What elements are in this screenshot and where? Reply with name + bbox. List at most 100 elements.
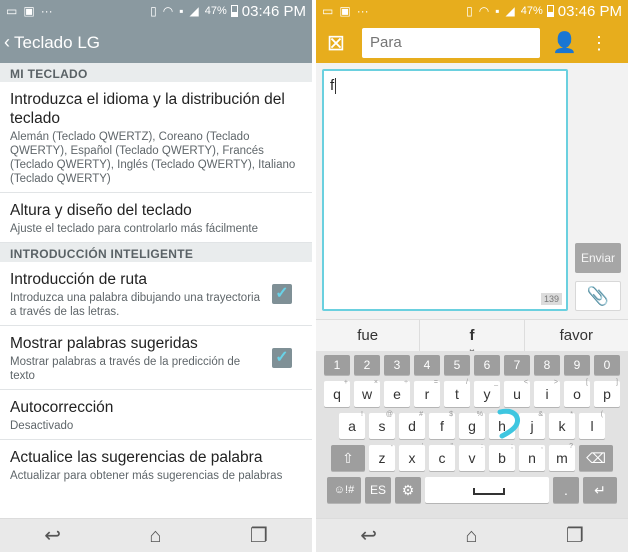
key-8[interactable]: 8 — [534, 355, 560, 375]
suggestion-item[interactable]: fue — [316, 320, 419, 351]
overflow-icon[interactable]: ⋮ — [590, 31, 608, 55]
key-s[interactable]: s @ — [369, 411, 395, 439]
setting-subtitle: Alemán (Teclado QWERTZ), Coreano (Teclad… — [10, 131, 296, 185]
key-alt-char: # — [419, 411, 423, 418]
key-3[interactable]: 3 — [384, 355, 410, 375]
send-button[interactable]: Enviar — [575, 243, 621, 273]
key-d[interactable]: d # — [399, 411, 425, 439]
key-alt-char: % — [476, 411, 483, 418]
key-alt-char: _ — [494, 379, 498, 386]
setting-height-layout[interactable]: Altura y diseño del teclado Ajuste el te… — [0, 193, 312, 243]
settings-screen: ▭ ▣ ··· ▯ ◠ ▪ ◢ 47% 03:46 PM ‹ Teclado L… — [0, 0, 312, 552]
key-0[interactable]: 0 — [594, 355, 620, 375]
suggestion-item[interactable]: f — [419, 320, 525, 351]
space-key[interactable] — [425, 477, 549, 503]
key-row-4: ☺!# ES ⚙ . ↵ — [321, 477, 623, 505]
key-alt-char: , — [541, 443, 543, 450]
key-alt-char: = — [433, 379, 438, 386]
more-icon: ··· — [40, 4, 53, 18]
gear-icon[interactable]: ⚙ — [395, 477, 421, 503]
contacts-icon[interactable]: 👤 — [552, 31, 577, 55]
setting-suggested-words[interactable]: Mostrar palabras sugeridas Mostrar palab… — [0, 326, 312, 390]
compose-mode-icon[interactable]: ⊠ — [322, 29, 350, 57]
vibrate-icon: ▯ — [150, 4, 157, 18]
backspace-icon[interactable]: ⌫ — [579, 445, 613, 471]
key-m[interactable]: m? — [549, 443, 575, 471]
key-alt-char: ÷ — [404, 379, 408, 386]
enter-icon[interactable]: ↵ — [583, 477, 617, 503]
setting-subtitle: Mostrar palabras a través de la predicci… — [10, 356, 241, 382]
checkbox-icon[interactable]: ✓ — [272, 347, 292, 368]
key-alt-char: - — [390, 443, 393, 450]
keyboard: 1234567890 q + w × e ÷ r = t / y _ u < i > o[p] a! s @ d # f $… — [316, 351, 628, 518]
key-g[interactable]: g% — [459, 411, 485, 439]
key-k[interactable]: k * — [549, 411, 575, 439]
key-c[interactable]: c " — [429, 443, 455, 471]
signal-icon: ◢ — [189, 4, 199, 18]
key-b[interactable]: b; — [489, 443, 515, 471]
key-i[interactable]: i > — [534, 379, 560, 407]
language-key[interactable]: ES — [365, 477, 391, 503]
key-l[interactable]: l( — [579, 411, 605, 439]
key-6[interactable]: 6 — [474, 355, 500, 375]
key-h[interactable]: h ^ — [489, 411, 515, 439]
back-icon[interactable]: ‹ — [4, 32, 10, 53]
key-1[interactable]: 1 — [324, 355, 350, 375]
suggestion-item[interactable]: favor — [525, 320, 628, 351]
key-p[interactable]: p] — [594, 379, 620, 407]
recipient-input[interactable] — [362, 27, 540, 58]
nav-back-icon[interactable]: ↩ — [44, 526, 61, 546]
attach-icon[interactable]: 📎 — [575, 281, 621, 311]
key-a[interactable]: a! — [339, 411, 365, 439]
key-alt-char: + — [343, 379, 348, 386]
wifi-icon: ◠ — [162, 4, 174, 18]
key-alt-char: ? — [569, 443, 573, 450]
message-input[interactable]: f 139 — [322, 69, 568, 311]
key-x[interactable]: x ' — [399, 443, 425, 471]
period-key[interactable]: . — [553, 477, 579, 503]
checkbox-icon[interactable]: ✓ — [272, 283, 292, 304]
key-n[interactable]: n, — [519, 443, 545, 471]
key-o[interactable]: o[ — [564, 379, 590, 407]
setting-title: Actualice las sugerencias de palabra — [10, 449, 263, 466]
compose-header: ⊠ 👤 ⋮ — [316, 22, 628, 63]
key-t[interactable]: t / — [444, 379, 470, 407]
key-7[interactable]: 7 — [504, 355, 530, 375]
messaging-screen: ▭ ▣ ··· ▯ ◠ ▪ ◢ 47% 03:46 PM ⊠ 👤 ⋮ f 139… — [316, 0, 628, 552]
setting-language-layout[interactable]: Introduzca el idioma y la distribución d… — [0, 82, 312, 193]
nav-home-icon[interactable]: ⌂ — [149, 526, 161, 546]
setting-autocorrect[interactable]: Autocorrección Desactivado — [0, 390, 312, 440]
key-alt-char: > — [553, 379, 558, 386]
setting-path-input[interactable]: Introducción de ruta Introduzca una pala… — [0, 262, 312, 326]
nav-recent-icon[interactable]: ❐ — [250, 526, 268, 546]
key-z[interactable]: z- — [369, 443, 395, 471]
key-9[interactable]: 9 — [564, 355, 590, 375]
message-text: f — [330, 77, 335, 94]
setting-update-suggestions[interactable]: Actualice las sugerencias de palabra Act… — [0, 440, 312, 489]
key-v[interactable]: v: — [459, 443, 485, 471]
key-e[interactable]: e ÷ — [384, 379, 410, 407]
key-4[interactable]: 4 — [414, 355, 440, 375]
key-2[interactable]: 2 — [354, 355, 380, 375]
key-alt-char: ( — [600, 411, 603, 418]
key-j[interactable]: j & — [519, 411, 545, 439]
key-r[interactable]: r = — [414, 379, 440, 407]
key-q[interactable]: q + — [324, 379, 350, 407]
key-u[interactable]: u < — [504, 379, 530, 407]
nav-recent-icon[interactable]: ❐ — [566, 526, 584, 546]
setting-subtitle: Actualizar para obtener más sugerencias … — [10, 470, 283, 482]
key-alt-char: " — [450, 443, 454, 450]
key-alt-char: @ — [385, 411, 393, 418]
nav-back-icon[interactable]: ↩ — [360, 526, 377, 546]
shift-icon[interactable]: ⇧ — [331, 445, 365, 471]
key-w[interactable]: w × — [354, 379, 380, 407]
symbol-key[interactable]: ☺!# — [327, 477, 361, 503]
key-5[interactable]: 5 — [444, 355, 470, 375]
setting-title: Mostrar palabras sugeridas — [10, 335, 198, 352]
number-row: 1234567890 — [321, 355, 623, 377]
key-alt-char: : — [481, 443, 483, 450]
nav-home-icon[interactable]: ⌂ — [465, 526, 477, 546]
more-icon: ··· — [356, 4, 369, 18]
key-y[interactable]: y _ — [474, 379, 500, 407]
key-f[interactable]: f $ — [429, 411, 455, 439]
